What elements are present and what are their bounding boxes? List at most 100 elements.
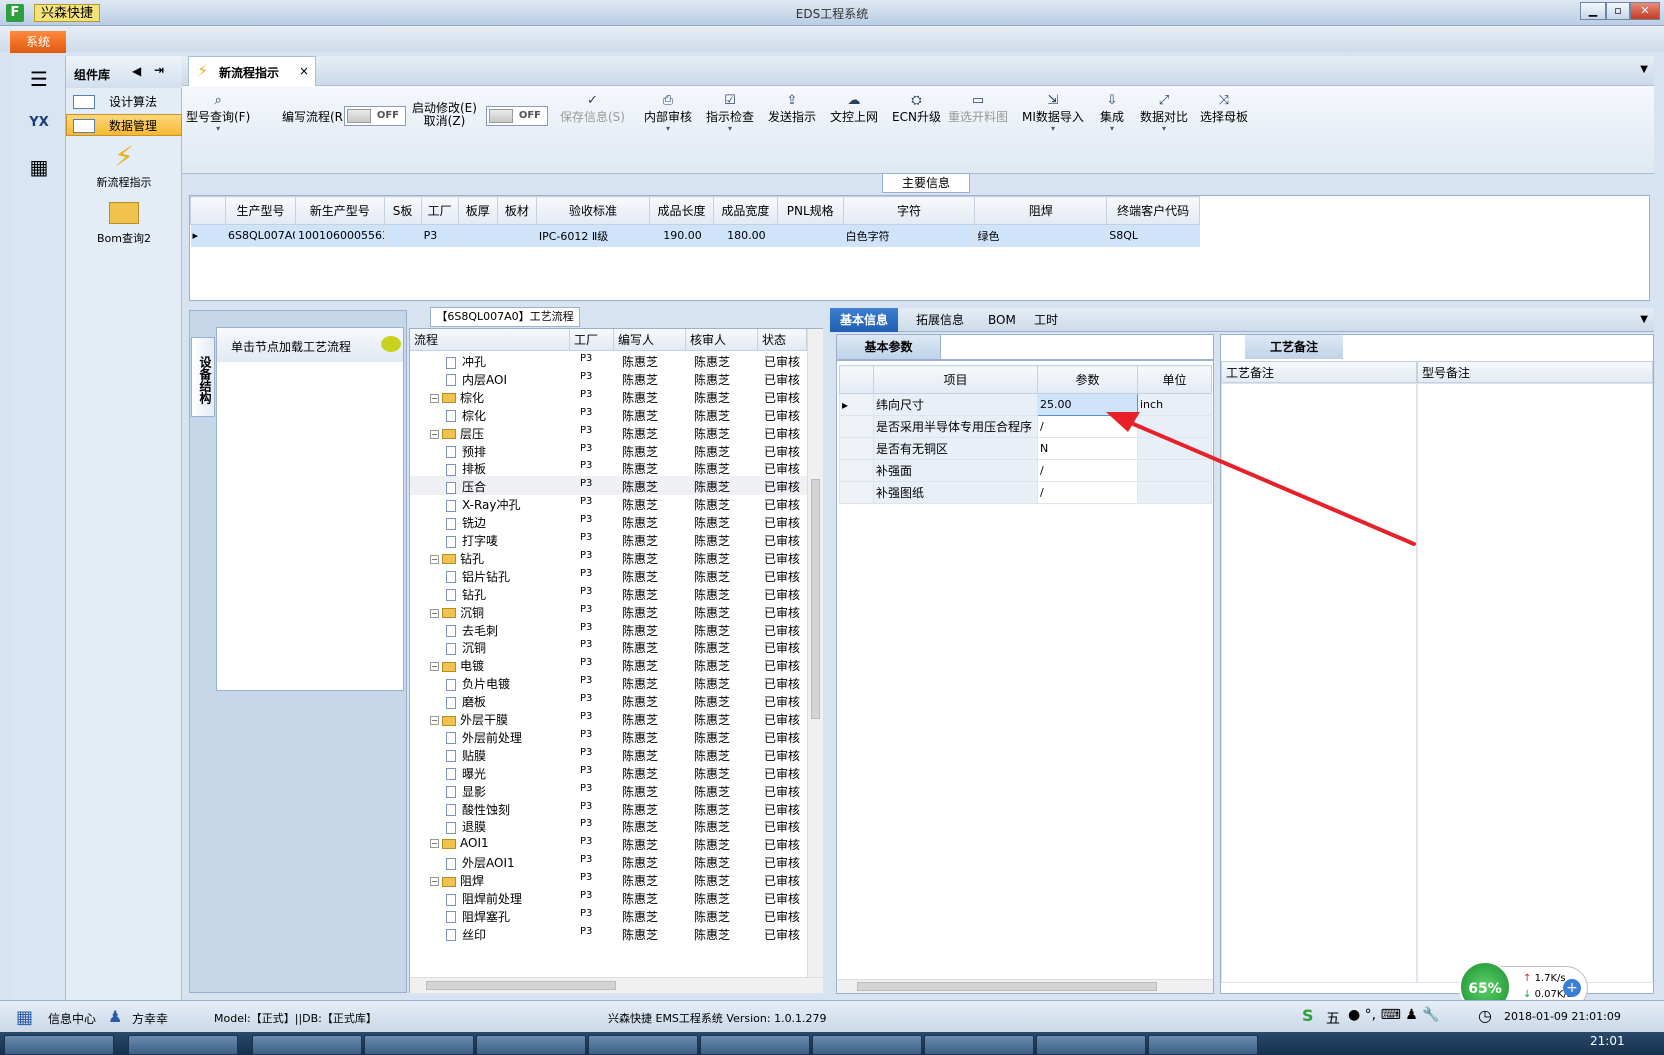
taskbar-item[interactable] <box>128 1035 238 1055</box>
select-mother-board-button[interactable]: ⤨ 选择母板 <box>1200 94 1248 125</box>
data-compare-button[interactable]: ⤢ 数据对比 ▾ <box>1140 94 1188 133</box>
param-row[interactable]: 补强面 / <box>839 459 1212 482</box>
param-value[interactable]: / <box>1037 459 1138 482</box>
cell[interactable]: S8QL <box>1106 224 1200 247</box>
param-value[interactable]: / <box>1037 481 1138 504</box>
minimize-button[interactable]: ▁ <box>1580 2 1606 20</box>
tree-row[interactable]: − 电镀 P3 陈惠芝 陈惠芝 已审核 <box>410 655 807 674</box>
tree-row[interactable]: − AOI1 P3 陈惠芝 陈惠芝 已审核 <box>410 834 807 853</box>
cell[interactable]: P3 <box>421 224 459 247</box>
tree-row[interactable]: 铝片钻孔 P3 陈惠芝 陈惠芝 已审核 <box>410 566 807 585</box>
taskbar-item[interactable] <box>700 1035 810 1055</box>
scroll-thumb[interactable] <box>857 982 1157 991</box>
start-modify-button[interactable]: 启动修改(E) 取消(Z) <box>412 102 477 128</box>
tree-row[interactable]: − 阻焊 P3 陈惠芝 陈惠芝 已审核 <box>410 870 807 889</box>
cell[interactable]: 6S8QL007A0 <box>225 224 296 247</box>
collapse-icon[interactable]: − <box>430 716 439 725</box>
tree-row[interactable]: 退膜 P3 陈惠芝 陈惠芝 已审核 <box>410 816 807 835</box>
tab-extended-info[interactable]: 拓展信息 <box>906 308 974 332</box>
windows-grid-icon[interactable]: ▦ <box>16 1007 33 1028</box>
tree-row[interactable]: 钻孔 P3 陈惠芝 陈惠芝 已审核 <box>410 584 807 603</box>
collapse-icon[interactable]: − <box>430 662 439 672</box>
col-main-6[interactable]: 验收标准 <box>535 196 651 225</box>
taskbar-item[interactable] <box>364 1035 474 1055</box>
tree-row[interactable]: 阻焊塞孔 P3 陈惠芝 陈惠芝 已审核 <box>410 906 807 925</box>
sogou-ime-icon[interactable]: S <box>1302 1006 1314 1025</box>
tab-basic-info[interactable]: 基本信息 <box>830 308 899 332</box>
model-query-button[interactable]: ⌕ 型号查询(F) ▾ <box>186 94 250 133</box>
tree-row[interactable]: 磨板 P3 陈惠芝 陈惠芝 已审核 <box>410 691 807 710</box>
tree-row[interactable]: 铣边 P3 陈惠芝 陈惠芝 已审核 <box>410 512 807 531</box>
system-menu[interactable]: 系统 <box>10 31 66 53</box>
param-row[interactable]: ▸ 纬向尺寸 25.00 inch <box>839 393 1212 416</box>
taskbar-item[interactable] <box>1036 1035 1146 1055</box>
tree-row[interactable]: 沉铜 P3 陈惠芝 陈惠芝 已审核 <box>410 637 807 656</box>
cell[interactable]: 10010600055631 <box>295 224 385 247</box>
collapse-icon[interactable]: − <box>430 608 439 618</box>
vtab-device-structure[interactable]: 设备结构 <box>191 337 215 417</box>
tab-process-notes[interactable]: 工艺备注 <box>1245 335 1343 359</box>
tree-row[interactable]: 曝光 P3 陈惠芝 陈惠芝 已审核 <box>410 763 807 782</box>
tree-row[interactable]: 丝印 P3 陈惠芝 陈惠芝 已审核 <box>410 924 807 943</box>
tree-row[interactable]: − 钻孔 P3 陈惠芝 陈惠芝 已审核 <box>410 548 807 567</box>
cell[interactable] <box>777 224 844 247</box>
cell[interactable]: 绿色 <box>974 224 1108 247</box>
col-writer[interactable]: 编写人 <box>614 329 686 351</box>
taskbar-item[interactable] <box>4 1035 114 1055</box>
shortcut-new-flow[interactable]: ⚡ 新流程指示 <box>66 140 182 190</box>
param-row[interactable]: 补强图纸 / <box>839 481 1212 504</box>
tree-row[interactable]: 外层AOI1 P3 陈惠芝 陈惠芝 已审核 <box>410 852 807 871</box>
ime-tools-icons[interactable]: ● °, ⌨ ♟ 🔧 <box>1348 1007 1440 1023</box>
comp-item-design-algorithm[interactable]: 设计算法 <box>66 90 182 112</box>
tree-row[interactable]: 棕化 P3 陈惠芝 陈惠芝 已审核 <box>410 405 807 424</box>
tree-row[interactable]: 去毛刺 P3 陈惠芝 陈惠芝 已审核 <box>410 620 807 639</box>
cell[interactable] <box>384 224 422 247</box>
tree-row[interactable]: 显影 P3 陈惠芝 陈惠芝 已审核 <box>410 781 807 800</box>
collapse-left-icon[interactable]: ◀ <box>132 64 141 78</box>
instruction-check-button[interactable]: ☑ 指示检查 ▾ <box>706 94 754 133</box>
cell[interactable] <box>458 224 498 247</box>
scroll-thumb[interactable] <box>811 479 820 719</box>
modify-toggle[interactable]: OFF <box>486 106 548 126</box>
tree-row[interactable]: − 棕化 P3 陈惠芝 陈惠芝 已审核 <box>410 387 807 406</box>
cell[interactable]: 白色字符 <box>843 224 976 247</box>
calculator-icon[interactable]: ▦ <box>18 146 60 186</box>
col-main-5[interactable]: 板材 <box>496 196 537 225</box>
tab-list-dropdown-icon[interactable]: ▼ <box>1640 64 1648 75</box>
params-horizontal-scrollbar[interactable] <box>837 979 1213 993</box>
taskbar-item[interactable] <box>1148 1035 1258 1055</box>
tree-row[interactable]: 外层前处理 P3 陈惠芝 陈惠芝 已审核 <box>410 727 807 746</box>
close-window-button[interactable]: ✕ <box>1630 2 1660 20</box>
tab-work-hours[interactable]: 工时 <box>1024 308 1068 332</box>
maximize-button[interactable]: ▫ <box>1606 2 1630 20</box>
internal-review-button[interactable]: ⎙ 内部审核 ▾ <box>644 94 692 133</box>
add-icon[interactable]: + <box>1563 979 1581 997</box>
tab-basic-params[interactable]: 基本参数 <box>837 335 941 359</box>
write-flow-toggle[interactable]: OFF <box>344 106 406 126</box>
col-main-4[interactable]: 板厚 <box>457 196 498 225</box>
process-notes-textarea[interactable] <box>1221 383 1417 983</box>
pin-panel-icon[interactable]: ⇥ <box>154 63 164 77</box>
col-param[interactable]: 参数 <box>1037 365 1138 394</box>
collapse-icon[interactable]: − <box>430 839 439 849</box>
model-notes-textarea[interactable] <box>1417 383 1653 983</box>
write-flow-button[interactable]: 编写流程(R) <box>282 108 348 125</box>
col-main-3[interactable]: 工厂 <box>420 196 459 225</box>
taskbar-item[interactable] <box>812 1035 922 1055</box>
tree-row[interactable]: − 沉铜 P3 陈惠芝 陈惠芝 已审核 <box>410 602 807 621</box>
tree-row[interactable]: − 层压 P3 陈惠芝 陈惠芝 已审核 <box>410 423 807 442</box>
col-item[interactable]: 项目 <box>873 365 1038 394</box>
param-row[interactable]: 是否采用半导体专用压合程序 / <box>839 415 1212 438</box>
doc-control-online-button[interactable]: ☁ 文控上网 <box>830 94 878 125</box>
mi-data-import-button[interactable]: ⇲ MI数据导入 ▾ <box>1022 94 1084 133</box>
col-main-2[interactable]: S板 <box>383 196 422 225</box>
ime-mode[interactable]: 五 <box>1326 1008 1340 1028</box>
shortcut-bom-query[interactable]: Bom查询2 <box>66 202 182 246</box>
tree-row[interactable]: 内层AOI P3 陈惠芝 陈惠芝 已审核 <box>410 369 807 388</box>
tree-vertical-scrollbar[interactable] <box>807 329 823 977</box>
tree-row[interactable]: 预排 P3 陈惠芝 陈惠芝 已审核 <box>410 441 807 460</box>
tab-dropdown-icon[interactable]: ▼ <box>1640 314 1648 325</box>
cell[interactable]: IPC-6012 Ⅱ级 <box>536 224 651 247</box>
taskbar-item[interactable] <box>476 1035 586 1055</box>
tree-row[interactable]: 排板 P3 陈惠芝 陈惠芝 已审核 <box>410 458 807 477</box>
